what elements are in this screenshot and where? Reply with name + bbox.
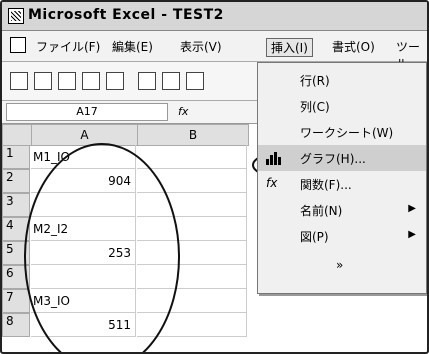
insert-menu-label-picture: 図(P) (300, 230, 329, 244)
insert-menu-item-column[interactable]: 列(C) (258, 93, 426, 119)
submenu-arrow-icon: ▶ (408, 229, 416, 240)
insert-menu-label-column: 列(C) (300, 100, 330, 114)
insert-menu-item-chart[interactable]: グラフ(H)... (258, 145, 426, 171)
submenu-arrow-icon: ▶ (408, 203, 416, 214)
excel-window: Microsoft Excel - TEST2 ファイル(F) 編集(E) 表示… (0, 0, 429, 354)
insert-menu-label-function: 関数(F)... (300, 178, 352, 192)
insert-menu-label-row: 行(R) (300, 74, 330, 88)
insert-menu-item-function[interactable]: fx 関数(F)... (258, 171, 426, 197)
insert-menu-dropdown: 行(R) 列(C) ワークシート(W) グラフ(H)... fx 関数(F)..… (257, 62, 427, 294)
insert-menu-item-picture[interactable]: 図(P) ▶ (258, 223, 426, 249)
annotation-ellipse-cells (24, 143, 180, 352)
insert-menu-label-name: 名前(N) (300, 204, 343, 218)
insert-menu-item-row[interactable]: 行(R) (258, 67, 426, 93)
insert-menu-item-worksheet[interactable]: ワークシート(W) (258, 119, 426, 145)
insert-menu-label-chart: グラフ(H)... (300, 152, 366, 166)
insert-menu-item-name[interactable]: 名前(N) ▶ (258, 197, 426, 223)
chart-icon (266, 151, 282, 165)
insert-menu-label-worksheet: ワークシート(W) (300, 126, 394, 140)
fx-icon: fx (266, 176, 278, 190)
chevron-down-icon: » (336, 258, 344, 272)
insert-menu-expand[interactable]: » (258, 253, 426, 279)
